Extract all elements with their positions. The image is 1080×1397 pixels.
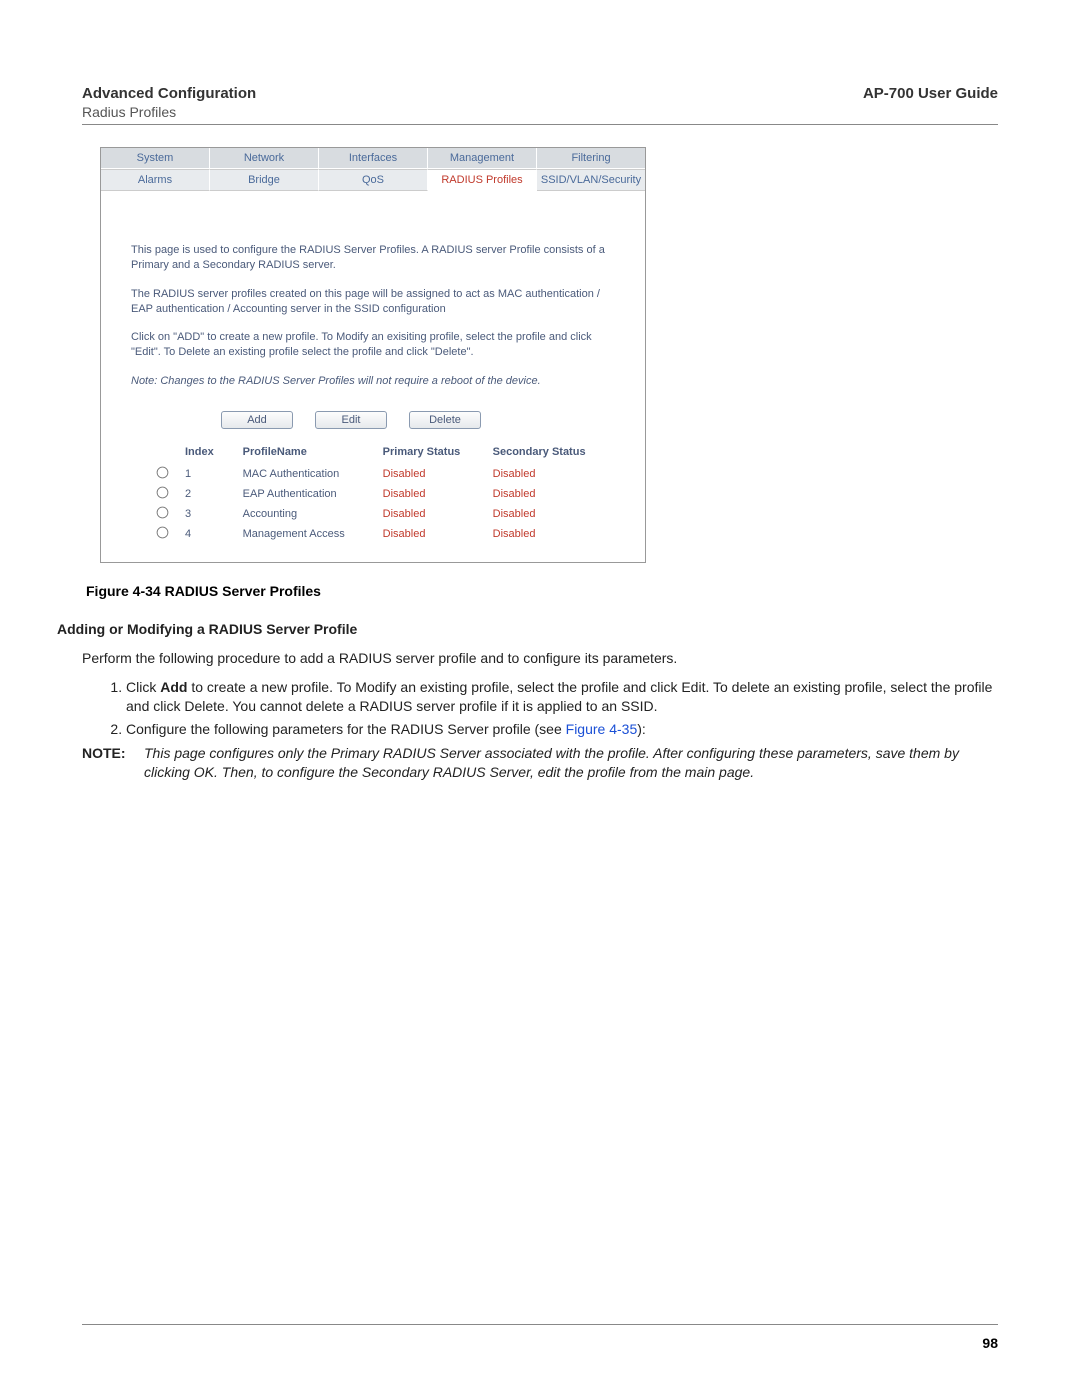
tab-ssid-vlan-security[interactable]: SSID/VLAN/Security (537, 169, 645, 191)
delete-button[interactable]: Delete (409, 411, 481, 429)
cell-name: EAP Authentication (235, 484, 375, 504)
config-panel: System Network Interfaces Management Fil… (100, 147, 646, 563)
page-number: 98 (982, 1335, 998, 1351)
cell-primary: Disabled (375, 484, 485, 504)
tab-filtering[interactable]: Filtering (537, 148, 645, 168)
cell-primary: Disabled (375, 464, 485, 484)
tab-qos[interactable]: QoS (319, 169, 428, 191)
step-2: Configure the following parameters for t… (126, 720, 998, 739)
note-label: NOTE: (82, 744, 144, 782)
header-guide: AP-700 User Guide (863, 85, 998, 102)
profiles-table: Index ProfileName Primary Status Seconda… (141, 443, 625, 544)
note-body: This page configures only the Primary RA… (144, 744, 998, 782)
cell-name: Accounting (235, 504, 375, 524)
tab-interfaces[interactable]: Interfaces (319, 148, 428, 168)
tab-alarms[interactable]: Alarms (101, 169, 210, 191)
section-heading: Adding or Modifying a RADIUS Server Prof… (57, 621, 998, 637)
cell-index: 1 (177, 464, 235, 484)
cell-primary: Disabled (375, 504, 485, 524)
page-header: Advanced Configuration Radius Profiles A… (82, 85, 998, 125)
col-secondary: Secondary Status (485, 443, 625, 464)
row-radio-3[interactable] (157, 507, 169, 519)
panel-p2: The RADIUS server profiles created on th… (131, 287, 615, 317)
table-row: 3 Accounting Disabled Disabled (141, 504, 625, 524)
page-footer: 98 (82, 1324, 998, 1351)
tabs-bottom-row: Alarms Bridge QoS RADIUS Profiles SSID/V… (101, 169, 645, 191)
panel-description: This page is used to configure the RADIU… (131, 243, 615, 389)
tab-system[interactable]: System (101, 148, 210, 168)
row-radio-4[interactable] (157, 527, 169, 539)
tab-management[interactable]: Management (428, 148, 537, 168)
add-button[interactable]: Add (221, 411, 293, 429)
panel-p1: This page is used to configure the RADIU… (131, 243, 615, 273)
table-row: 4 Management Access Disabled Disabled (141, 524, 625, 544)
step1-bold: Add (160, 679, 187, 695)
cell-primary: Disabled (375, 524, 485, 544)
cell-index: 3 (177, 504, 235, 524)
cell-index: 2 (177, 484, 235, 504)
row-radio-2[interactable] (157, 487, 169, 499)
row-radio-1[interactable] (157, 467, 169, 479)
button-row: Add Edit Delete (221, 411, 615, 429)
tab-network[interactable]: Network (210, 148, 319, 168)
col-profilename: ProfileName (235, 443, 375, 464)
edit-button[interactable]: Edit (315, 411, 387, 429)
step1-prefix: Click (126, 679, 160, 695)
step-1: Click Add to create a new profile. To Mo… (126, 678, 998, 716)
figure-caption: Figure 4-34 RADIUS Server Profiles (86, 583, 998, 599)
step1-rest: to create a new profile. To Modify an ex… (126, 679, 992, 714)
tabs-top-row: System Network Interfaces Management Fil… (101, 148, 645, 169)
cell-secondary: Disabled (485, 464, 625, 484)
panel-p3: Click on "ADD" to create a new profile. … (131, 330, 615, 360)
col-primary: Primary Status (375, 443, 485, 464)
panel-note: Note: Changes to the RADIUS Server Profi… (131, 374, 615, 389)
tab-radius-profiles[interactable]: RADIUS Profiles (428, 169, 537, 191)
intro-text: Perform the following procedure to add a… (82, 649, 998, 668)
tab-bridge[interactable]: Bridge (210, 169, 319, 191)
cell-name: Management Access (235, 524, 375, 544)
figure-link[interactable]: Figure 4-35 (566, 721, 638, 737)
steps-list: Click Add to create a new profile. To Mo… (82, 678, 998, 739)
cell-secondary: Disabled (485, 524, 625, 544)
cell-name: MAC Authentication (235, 464, 375, 484)
step2-suffix: ): (637, 721, 646, 737)
note-block: NOTE: This page configures only the Prim… (82, 744, 998, 782)
table-row: 2 EAP Authentication Disabled Disabled (141, 484, 625, 504)
header-title: Advanced Configuration (82, 85, 256, 102)
table-row: 1 MAC Authentication Disabled Disabled (141, 464, 625, 484)
col-index: Index (177, 443, 235, 464)
cell-secondary: Disabled (485, 484, 625, 504)
cell-secondary: Disabled (485, 504, 625, 524)
cell-index: 4 (177, 524, 235, 544)
header-subtitle: Radius Profiles (82, 104, 256, 120)
step2-prefix: Configure the following parameters for t… (126, 721, 566, 737)
